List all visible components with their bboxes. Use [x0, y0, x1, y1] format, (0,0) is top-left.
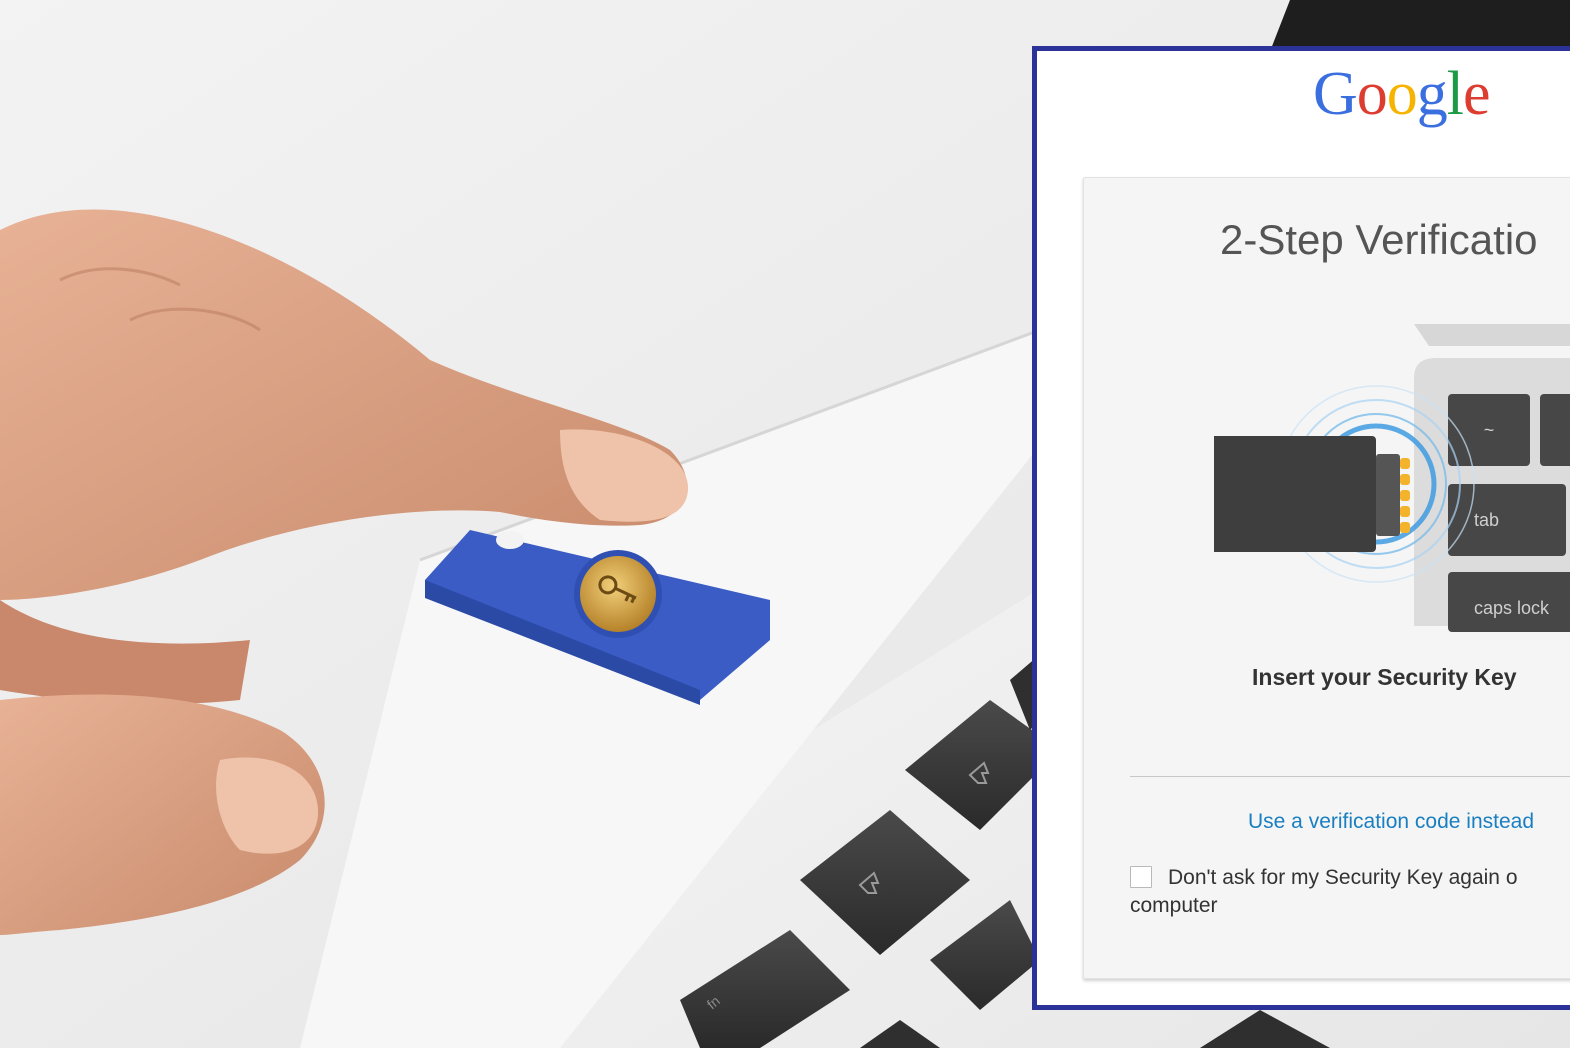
key-tab — [1448, 484, 1566, 556]
logo-letter: e — [1463, 60, 1491, 128]
card-title: 2-Step Verificatio — [1220, 216, 1538, 263]
logo-letter: G — [1313, 60, 1358, 128]
google-logo: Google — [1313, 57, 1491, 131]
divider — [1130, 776, 1570, 777]
remember-label-line1: Don't ask for my Security Key again o — [1168, 866, 1518, 889]
key-tilde-label: ~ — [1484, 420, 1495, 440]
logo-letter: o — [1356, 60, 1388, 128]
key-tab-label: tab — [1474, 510, 1499, 530]
logo-letter: l — [1446, 60, 1464, 128]
remember-label-line2: computer — [1130, 894, 1218, 917]
security-key-device — [1214, 436, 1376, 552]
remember-checkbox[interactable] — [1130, 866, 1152, 888]
use-verification-code-link[interactable]: Use a verification code instead — [1248, 810, 1534, 834]
verification-card: 2-Step Verificatio ~ 1 tab caps lock — [1083, 177, 1570, 979]
remember-label: Don't ask for my Security Key again o co… — [1130, 864, 1570, 917]
logo-letter: g — [1416, 60, 1448, 128]
logo-letter: o — [1386, 60, 1418, 128]
instruction-text: Insert your Security Key — [1252, 664, 1517, 690]
key-icon — [580, 556, 656, 632]
verification-panel: Google 2-Step Verificatio ~ 1 tab caps l… — [1032, 46, 1570, 1010]
key-one — [1540, 394, 1570, 466]
security-key-illustration: ~ 1 tab caps lock — [1214, 324, 1570, 632]
key-caps-label: caps lock — [1474, 598, 1550, 618]
